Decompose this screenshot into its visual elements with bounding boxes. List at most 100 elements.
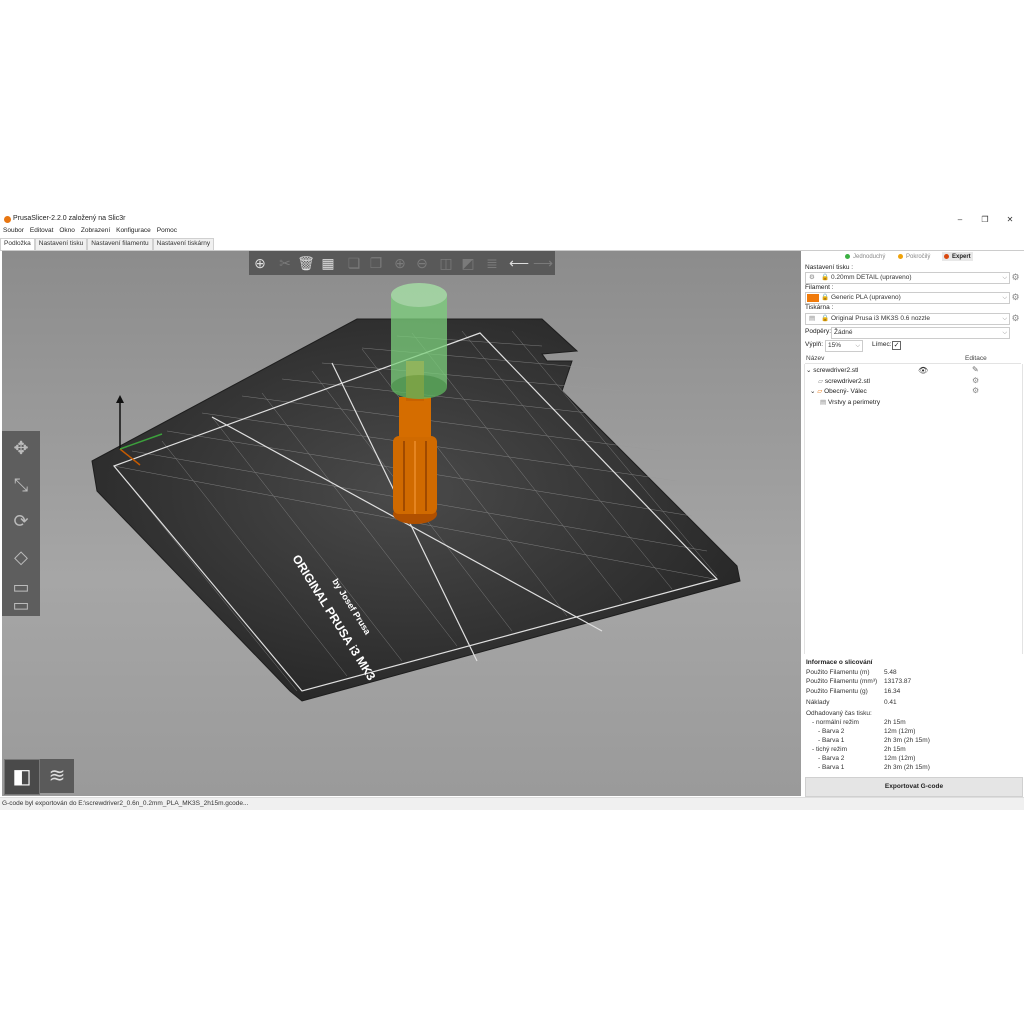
- supports-combo[interactable]: Žádné ⌵: [831, 327, 1010, 339]
- object-name: screwdriver2.stl: [813, 367, 859, 374]
- filament-label: Filament :: [805, 284, 834, 291]
- move-icon[interactable]: ✥: [7, 434, 35, 462]
- info-value: 2h 15m: [884, 719, 906, 726]
- info-value: 12m (12m): [884, 755, 916, 762]
- minimize-icon[interactable]: –: [953, 214, 967, 225]
- delete-icon[interactable]: ✂: [276, 254, 294, 272]
- info-value: 5.48: [884, 669, 897, 676]
- print-settings-value: 0.20mm DETAIL (upraveno): [831, 274, 912, 281]
- tab-print-settings[interactable]: Nastavení tisku: [34, 238, 88, 250]
- add-instance-icon[interactable]: ⊕: [391, 254, 409, 272]
- info-value: 13173.87: [884, 678, 912, 685]
- info-label: Odhadovaný čas tisku:: [806, 710, 872, 717]
- export-gcode-button[interactable]: Exportovat G-code: [805, 777, 1023, 797]
- mode-expert-label: Expert: [952, 253, 971, 260]
- gear-icon[interactable]: ⚙: [972, 386, 979, 395]
- menu-edit[interactable]: Editovat: [30, 227, 54, 234]
- info-label: - Barva 1: [818, 737, 845, 744]
- 3d-view-icon[interactable]: ◧: [4, 759, 40, 795]
- status-text: G-code byl exportován do E:\screwdriver2…: [2, 800, 249, 807]
- infill-value: 15%: [828, 342, 842, 349]
- info-value: 12m (12m): [884, 728, 916, 735]
- supports-label: Podpěry:: [805, 328, 832, 335]
- printer-gear-icon[interactable]: ⚙: [1011, 314, 1020, 323]
- printer-icon: ▤: [809, 315, 816, 322]
- volume-name: screwdriver2.stl: [824, 378, 870, 385]
- remove-instance-icon[interactable]: ⊖: [413, 254, 431, 272]
- gizmo-toolbar: ✥ ⤡ ⟳ ◇ ▭ ▭: [2, 431, 40, 616]
- tab-printer-settings[interactable]: Nastavení tiskárny: [152, 238, 215, 250]
- maximize-icon[interactable]: ❐: [978, 214, 992, 225]
- column-edit-header: Editace: [965, 355, 987, 362]
- chevron-down-icon: ⌵: [1002, 316, 1007, 322]
- mode-simple-button[interactable]: Jednoduchý: [845, 252, 885, 261]
- mode-advanced-dot: [898, 254, 903, 259]
- menu-view[interactable]: Zobrazení: [81, 227, 110, 234]
- edit-icon[interactable]: ✎: [972, 365, 979, 374]
- filament-gear-icon[interactable]: ⚙: [1011, 293, 1020, 302]
- split-objects-icon[interactable]: ◫: [437, 254, 455, 272]
- print-settings-icon: ⚙: [809, 274, 815, 281]
- info-label: Náklady: [806, 699, 830, 706]
- mode-advanced-button[interactable]: Pokročilý: [898, 252, 930, 261]
- object-row[interactable]: ⌄ screwdriver2.stl: [806, 366, 858, 374]
- 3d-viewport[interactable]: ORIGINAL PRUSA i3 MK3 by Josef Prusa: [2, 251, 801, 796]
- object-list-header: Název Editace: [805, 354, 1021, 364]
- mode-simple-label: Jednoduchý: [853, 253, 886, 260]
- info-label: - Barva 2: [818, 755, 845, 762]
- modifier-name: Obecný- Válec: [824, 388, 867, 395]
- place-on-face-icon[interactable]: ◇: [7, 543, 35, 571]
- delete-all-icon[interactable]: 🗑: [297, 254, 315, 272]
- filament-combo[interactable]: 🔒 Generic PLA (upraveno) ⌵: [805, 292, 1010, 304]
- chevron-down-icon[interactable]: ⌄: [806, 367, 811, 374]
- mode-simple-dot: [845, 254, 850, 259]
- layers-editing-icon[interactable]: ≣: [483, 254, 501, 272]
- preview-layers-icon[interactable]: ≋: [40, 759, 74, 793]
- info-value: 2h 3m (2h 15m): [884, 764, 930, 771]
- volume-row[interactable]: ▱ screwdriver2.stl: [818, 377, 870, 385]
- settings-row[interactable]: ▤ Vrstvy a perimetry: [820, 398, 880, 406]
- printer-value: Original Prusa i3 MK3S 0.6 nozzle: [831, 315, 930, 322]
- menu-help[interactable]: Pomoc: [157, 227, 177, 234]
- slice-info-title: Informace o slicování: [806, 659, 873, 666]
- copy-icon[interactable]: ❏: [345, 254, 363, 272]
- menu-configuration[interactable]: Konfigurace: [116, 227, 151, 234]
- info-label: Použito Filamentu (mm³): [806, 678, 878, 685]
- chevron-down-icon: ⌵: [1002, 275, 1007, 281]
- settings-name: Vrstvy a perimetry: [827, 399, 881, 406]
- gear-icon[interactable]: ⚙: [972, 376, 979, 385]
- info-label: Použito Filamentu (g): [806, 688, 868, 695]
- modifier-row[interactable]: ⌄ ▱ Obecný- Válec: [810, 387, 867, 395]
- eye-icon[interactable]: 👁: [918, 366, 928, 375]
- print-settings-combo[interactable]: ⚙ 🔒 0.20mm DETAIL (upraveno) ⌵: [805, 272, 1010, 284]
- brim-checkbox[interactable]: ✓: [892, 341, 901, 350]
- close-icon[interactable]: ✕: [1003, 214, 1017, 225]
- rotate-icon[interactable]: ⟳: [7, 507, 35, 535]
- chevron-down-icon: ⌵: [1002, 330, 1007, 336]
- tab-filament-settings[interactable]: Nastavení filamentu: [87, 238, 153, 250]
- lock-icon: 🔒: [821, 274, 830, 281]
- paste-icon[interactable]: ❐: [367, 254, 385, 272]
- window-title: PrusaSlicer-2.2.0 založený na Slic3r: [13, 215, 126, 222]
- infill-combo[interactable]: 15% ⌵: [825, 340, 863, 352]
- supports-value: Žádné: [834, 329, 853, 336]
- add-object-icon[interactable]: ⊕: [251, 254, 269, 272]
- print-settings-label: Nastavení tisku :: [805, 264, 854, 271]
- tab-plater[interactable]: Podložka: [0, 238, 35, 250]
- scale-icon[interactable]: ⤡: [7, 471, 35, 499]
- chevron-down-icon[interactable]: ⌄: [810, 388, 815, 395]
- undo-icon[interactable]: ⟵: [509, 254, 529, 272]
- menu-window[interactable]: Okno: [59, 227, 75, 234]
- mode-expert-button[interactable]: Expert: [942, 252, 973, 261]
- sla-support-icon[interactable]: ▭: [7, 591, 35, 619]
- printer-combo[interactable]: ▤ 🔒 Original Prusa i3 MK3S 0.6 nozzle ⌵: [805, 313, 1010, 325]
- menu-file[interactable]: Soubor: [3, 227, 24, 234]
- mode-advanced-label: Pokročilý: [906, 253, 931, 260]
- arrange-icon[interactable]: ▦: [319, 254, 337, 272]
- modifier-icon: ▱: [817, 388, 823, 395]
- split-parts-icon[interactable]: ◩: [459, 254, 477, 272]
- redo-icon[interactable]: ⟶: [533, 254, 553, 272]
- print-settings-gear-icon[interactable]: ⚙: [1011, 273, 1020, 282]
- filament-color-swatch[interactable]: [807, 294, 819, 302]
- part-icon: ▱: [818, 378, 823, 385]
